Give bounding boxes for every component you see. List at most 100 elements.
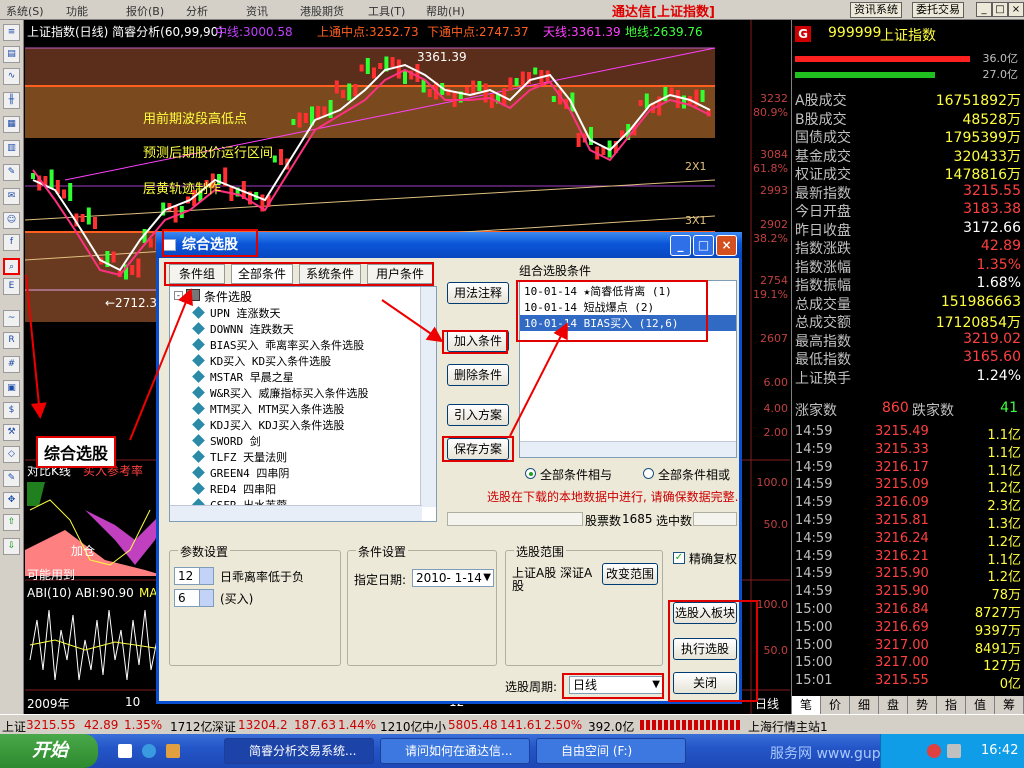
menu-help[interactable]: 帮助(H) bbox=[426, 3, 465, 19]
delete-condition-button[interactable]: 删除条件 bbox=[447, 364, 509, 386]
rsi-icon[interactable]: R bbox=[3, 332, 20, 349]
detail-tab[interactable]: 笔 bbox=[792, 696, 821, 714]
tree-item[interactable]: RED4 四串阳 bbox=[192, 481, 276, 497]
exit-icon[interactable]: E bbox=[3, 278, 20, 295]
tree-item[interactable]: MSTAR 早晨之星 bbox=[192, 369, 294, 385]
param1-spin-icon[interactable] bbox=[199, 568, 213, 584]
menu-hk-futures[interactable]: 港股期货 bbox=[300, 3, 344, 19]
grid-icon[interactable]: # bbox=[3, 356, 20, 373]
tree-item[interactable]: UPN 连涨数天 bbox=[192, 305, 281, 321]
tree-collapse-icon[interactable]: - bbox=[174, 291, 183, 300]
table-icon[interactable]: ▦ bbox=[3, 116, 20, 133]
dialog-maximize-icon[interactable]: □ bbox=[693, 235, 714, 256]
usage-notes-button[interactable]: 用法注释 bbox=[447, 282, 509, 304]
precise-adjust-checkbox[interactable]: ✓ bbox=[673, 552, 685, 564]
date-picker[interactable]: 2010- 1-14 ▼ bbox=[412, 569, 494, 587]
detail-tab[interactable]: 筹 bbox=[995, 696, 1024, 714]
combo-hscrollbar[interactable] bbox=[520, 441, 736, 457]
start-button[interactable]: 开始 bbox=[0, 734, 98, 768]
status-server[interactable]: 上海行情主站1 bbox=[748, 718, 828, 735]
date-dropdown-icon[interactable]: ▼ bbox=[483, 570, 491, 586]
move-icon[interactable]: ✥ bbox=[3, 492, 20, 509]
close-icon[interactable]: × bbox=[1008, 2, 1024, 17]
quicklaunch-tool-icon[interactable] bbox=[166, 744, 180, 758]
detail-tab[interactable]: 价 bbox=[821, 696, 850, 714]
arrow-up-icon[interactable]: ⇧ bbox=[3, 514, 20, 531]
users-icon[interactable]: ☺ bbox=[3, 212, 20, 229]
tree-item[interactable]: DOWNN 连跌数天 bbox=[192, 321, 294, 337]
detail-tab[interactable]: 细 bbox=[850, 696, 879, 714]
minimize-icon[interactable]: _ bbox=[976, 2, 992, 17]
radio-and-label[interactable]: 全部条件相与 bbox=[540, 466, 612, 483]
menu-tools[interactable]: 工具(T) bbox=[368, 3, 405, 19]
indicator-icon bbox=[192, 418, 205, 431]
info-system-button[interactable]: 资讯系统 bbox=[850, 2, 902, 18]
stock-screener-icon[interactable]: ⌕ bbox=[3, 258, 20, 275]
tray-network-icon[interactable] bbox=[947, 744, 961, 758]
precise-adjust-label[interactable]: 精确复权 bbox=[689, 550, 737, 567]
condition-tree[interactable]: - 条件选股 UPN 连涨数天 DOWNN 连跌数天 BIAS买入 乖离率买入条件选… bbox=[169, 286, 437, 522]
calc-icon[interactable]: ▣ bbox=[3, 380, 20, 397]
dollar-icon[interactable]: $ bbox=[3, 402, 20, 419]
tree-vscrollbar[interactable] bbox=[420, 287, 436, 507]
task-jianrui[interactable]: 简睿分析交易系统... bbox=[224, 738, 374, 764]
quote-list-icon[interactable]: ≡ bbox=[3, 24, 20, 41]
quicklaunch-desktop-icon[interactable] bbox=[118, 744, 132, 758]
menu-analysis[interactable]: 分析 bbox=[186, 3, 208, 19]
tree-item-label: SWORD 剑 bbox=[210, 435, 261, 448]
detail-tab[interactable]: 指 bbox=[937, 696, 966, 714]
radio-or[interactable] bbox=[643, 468, 654, 479]
dialog-minimize-icon[interactable]: _ bbox=[670, 235, 691, 256]
pencil-icon[interactable]: ✎ bbox=[3, 470, 20, 487]
tick-volume: 1.2亿 bbox=[987, 481, 1021, 497]
tree-item[interactable]: TLFZ 天量法则 bbox=[192, 449, 287, 465]
detail-tab[interactable]: 盘 bbox=[879, 696, 908, 714]
menu-function[interactable]: 功能 bbox=[66, 3, 88, 19]
tree-item[interactable]: BIAS买入 乖离率买入条件选股 bbox=[192, 337, 364, 353]
news-icon[interactable]: ✎ bbox=[3, 164, 20, 181]
radio-or-label[interactable]: 全部条件相或 bbox=[658, 466, 730, 483]
tray-shield-icon[interactable] bbox=[927, 744, 941, 758]
quicklaunch-ie-icon[interactable] bbox=[142, 744, 156, 758]
status-sz-label: 深证 bbox=[212, 720, 237, 734]
param2-input[interactable]: 6 bbox=[174, 589, 214, 607]
detail-tab[interactable]: 值 bbox=[966, 696, 995, 714]
eraser-icon[interactable]: ◇ bbox=[3, 446, 20, 463]
dialog-close-icon[interactable]: × bbox=[716, 235, 737, 256]
list-icon[interactable]: ▤ bbox=[3, 46, 20, 63]
param2-spin-icon[interactable] bbox=[199, 590, 213, 606]
task-question[interactable]: 请问如何在通达信... bbox=[380, 738, 530, 764]
tick-volume: 1.1亿 bbox=[987, 463, 1021, 479]
menu-info[interactable]: 资讯 bbox=[246, 3, 268, 19]
detail-tab[interactable]: 势 bbox=[908, 696, 937, 714]
param1-input[interactable]: 12 bbox=[174, 567, 214, 585]
formula-icon[interactable]: f bbox=[3, 234, 20, 251]
mail-icon[interactable]: ✉ bbox=[3, 188, 20, 205]
highlight-condition-list bbox=[516, 280, 708, 342]
tree-item[interactable]: SWORD 剑 bbox=[192, 433, 261, 449]
stat-row: 最新指数 3215.55 bbox=[795, 183, 1021, 202]
menu-quote[interactable]: 报价(B) bbox=[126, 3, 164, 19]
menu-system[interactable]: 系统(S) bbox=[6, 3, 44, 19]
change-range-button[interactable]: 改变范围 bbox=[602, 563, 658, 585]
task-drive-f[interactable]: 自由空间 (F:) bbox=[536, 738, 686, 764]
tool-icon[interactable]: ⚒ bbox=[3, 424, 20, 441]
report-icon[interactable]: ▥ bbox=[3, 140, 20, 157]
tree-item[interactable]: GREEN4 四串阴 bbox=[192, 465, 289, 481]
restore-icon[interactable]: □ bbox=[992, 2, 1008, 17]
tree-root[interactable]: 条件选股 bbox=[204, 288, 252, 305]
import-plan-button[interactable]: 引入方案 bbox=[447, 404, 509, 426]
tick-time: 14:59 bbox=[795, 477, 833, 493]
radio-and[interactable] bbox=[525, 468, 536, 479]
tree-item[interactable]: KDJ买入 KDJ买入条件选股 bbox=[192, 417, 344, 433]
tree-item[interactable]: MTM买入 MTM买入条件选股 bbox=[192, 401, 344, 417]
line-chart-icon[interactable]: ∿ bbox=[3, 68, 20, 85]
kline-icon[interactable]: ╫ bbox=[3, 92, 20, 109]
tree-item[interactable]: KD买入 KD买入条件选股 bbox=[192, 353, 331, 369]
tree-item[interactable]: W&R买入 威廉指标买入条件选股 bbox=[192, 385, 369, 401]
trade-button[interactable]: 委托交易 bbox=[912, 2, 964, 18]
arrow-down-icon[interactable]: ⇩ bbox=[3, 538, 20, 555]
stat-value: 151986663 bbox=[940, 293, 1021, 310]
wave-icon[interactable]: ~ bbox=[3, 310, 20, 327]
tree-hscrollbar[interactable] bbox=[170, 505, 422, 521]
